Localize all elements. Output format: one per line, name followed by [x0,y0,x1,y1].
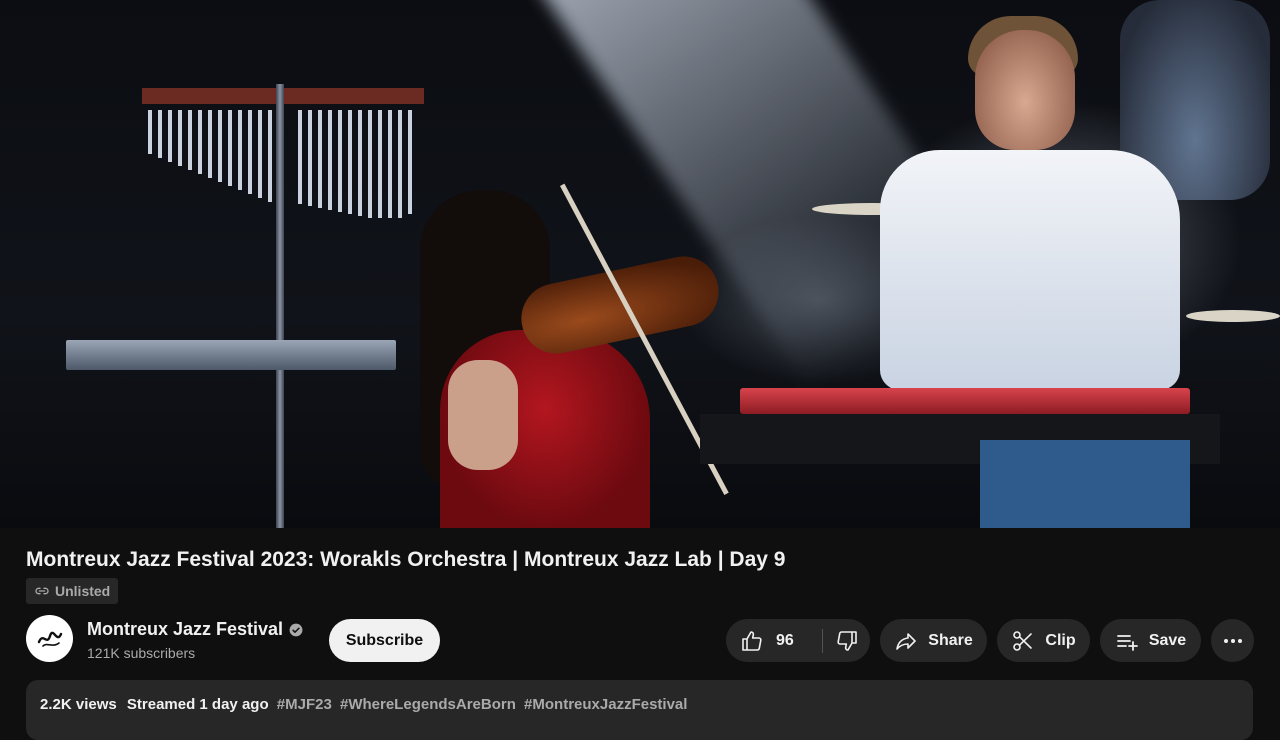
stream-date: Streamed 1 day ago [126,696,269,713]
pianist-shirt [880,150,1180,390]
verified-icon [289,623,303,637]
more-actions-button[interactable] [1211,619,1254,662]
video-title: Montreux Jazz Festival 2023: Worakls Orc… [26,548,786,571]
hashtag-link[interactable]: #MJF23 [277,696,332,713]
violinist-arm [448,360,518,470]
red-keyboard [740,388,1190,414]
save-label: Save [1148,631,1187,649]
video-player[interactable] [0,0,1280,528]
more-horizontal-icon [1223,638,1243,644]
share-icon [894,629,918,653]
clip-label: Clip [1045,631,1076,649]
subscriber-count: 121K subscribers [87,645,196,661]
hashtag-link[interactable]: #WhereLegendsAreBorn [340,696,516,713]
unlisted-badge: Unlisted [26,578,119,604]
like-dislike-group: 96 [726,619,870,662]
visibility-label: Unlisted [55,583,111,599]
synthesizer [66,340,396,370]
like-count: 96 [776,631,794,649]
share-label: Share [928,631,973,649]
save-button[interactable]: Save [1100,619,1201,662]
clip-button[interactable]: Clip [997,619,1090,662]
montreux-logo-icon [35,624,65,654]
channel-name-row[interactable]: Montreux Jazz Festival [87,619,303,640]
cymbal [1186,310,1280,322]
subscribe-button[interactable]: Subscribe [329,619,440,662]
playlist-add-icon [1115,629,1139,653]
dislike-button[interactable] [823,619,870,662]
channel-name[interactable]: Montreux Jazz Festival [87,619,283,640]
link-icon [34,583,50,599]
hashtag-link[interactable]: #MontreuxJazzFestival [524,696,687,713]
view-count: 2.2K views [40,696,117,713]
share-button[interactable]: Share [880,619,987,662]
scissors-icon [1011,629,1035,653]
thumbs-down-icon [835,629,859,653]
thumbs-up-icon [740,629,764,653]
mic-stand [276,84,284,528]
like-button[interactable]: 96 [726,619,822,662]
description-box[interactable]: 2.2K views Streamed 1 day ago #MJF23 #Wh… [26,680,1253,740]
channel-avatar[interactable] [26,615,73,662]
pianist-jeans [980,440,1190,528]
pianist-head [975,30,1075,150]
